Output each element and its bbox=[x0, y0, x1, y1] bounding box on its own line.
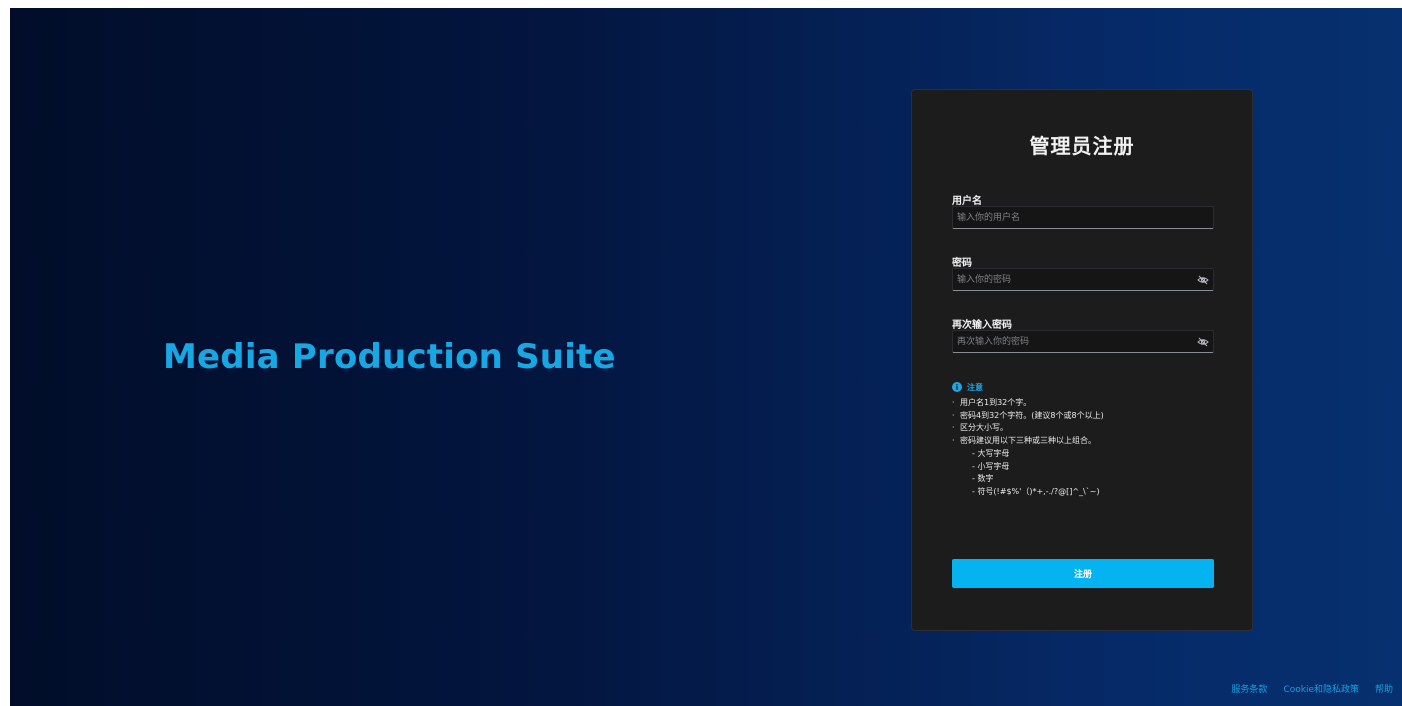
username-label: 用户名 bbox=[952, 196, 982, 207]
notice-item: 用户名1到32个字。 bbox=[952, 397, 1222, 410]
footer-links: 服务条款 Cookie和隐私政策 帮助 bbox=[1231, 682, 1393, 695]
notice-sub-item: 数字 bbox=[952, 473, 1222, 486]
password-field-box bbox=[952, 268, 1214, 291]
registration-card: 管理员注册 用户名 密码 再次输入密码 bbox=[911, 89, 1253, 631]
confirm-password-field-box bbox=[952, 330, 1214, 353]
notice-header: 注意 bbox=[952, 381, 1222, 393]
notice-title: 注意 bbox=[967, 382, 983, 392]
terms-link[interactable]: 服务条款 bbox=[1231, 682, 1267, 695]
password-label: 密码 bbox=[952, 258, 972, 269]
notice-item: 密码建议用以下三种或三种以上组合。 bbox=[952, 435, 1222, 448]
notice-item: 密码4到32个字符。(建议8个或8个以上) bbox=[952, 410, 1222, 423]
info-icon bbox=[952, 382, 962, 392]
register-button[interactable]: 注册 bbox=[952, 559, 1214, 588]
confirm-password-input[interactable] bbox=[957, 331, 1193, 352]
brand-title: Media Production Suite bbox=[163, 337, 616, 377]
form-title: 管理员注册 bbox=[1029, 134, 1135, 158]
eye-off-icon[interactable] bbox=[1197, 274, 1209, 286]
notice-list: 用户名1到32个字。 密码4到32个字符。(建议8个或8个以上) 区分大小写。 … bbox=[952, 397, 1222, 499]
app-background: Media Production Suite 管理员注册 用户名 密码 再次输入… bbox=[10, 8, 1402, 706]
username-input[interactable] bbox=[957, 207, 1193, 228]
username-field-box bbox=[952, 206, 1214, 229]
help-link[interactable]: 帮助 bbox=[1375, 682, 1393, 695]
notice-sub-item: 符号(!#$%'（)*+,-./?@[]^_\`~) bbox=[952, 486, 1222, 499]
confirm-password-label: 再次输入密码 bbox=[952, 320, 1012, 331]
notice-section: 注意 用户名1到32个字。 密码4到32个字符。(建议8个或8个以上) 区分大小… bbox=[952, 381, 1222, 499]
notice-item: 区分大小写。 bbox=[952, 422, 1222, 435]
password-input[interactable] bbox=[957, 269, 1193, 290]
eye-off-icon[interactable] bbox=[1197, 336, 1209, 348]
cookie-privacy-link[interactable]: Cookie和隐私政策 bbox=[1283, 682, 1359, 695]
notice-sub-item: 大写字母 bbox=[952, 448, 1222, 461]
notice-sub-item: 小写字母 bbox=[952, 461, 1222, 474]
